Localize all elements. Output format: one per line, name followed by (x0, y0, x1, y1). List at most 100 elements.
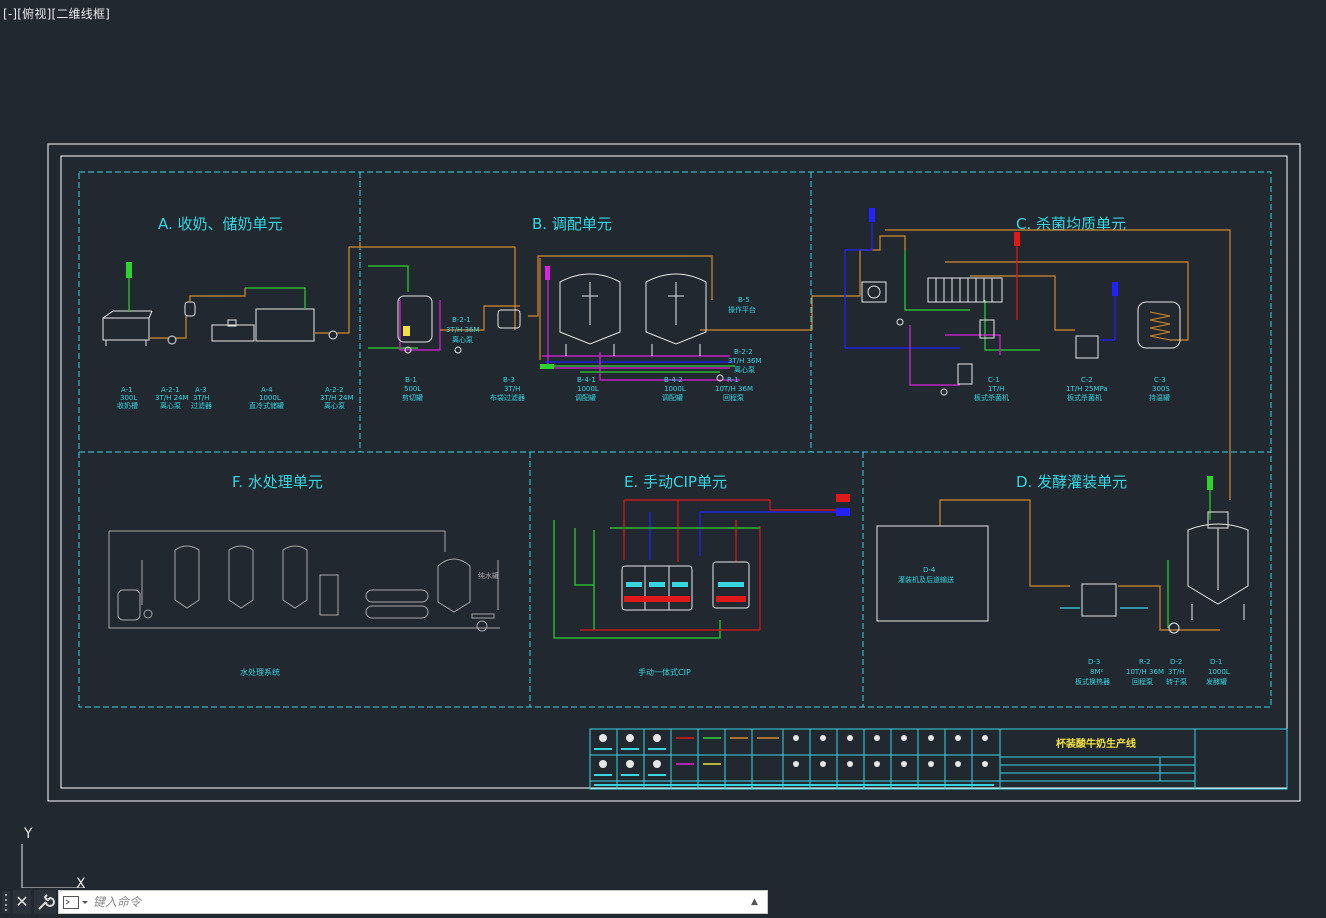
svg-text:3T/H: 3T/H (193, 394, 209, 402)
section-title-d: D. 发酵灌装单元 (1016, 473, 1127, 491)
svg-text:D-4: D-4 (923, 566, 936, 574)
label-a21: A-2-13T/H 24M离心泵 (155, 386, 189, 410)
svg-text:离心泵: 离心泵 (452, 335, 473, 344)
section-borders (78, 171, 1272, 708)
label-b21: B-2-1 3T/H 36M离心泵 (446, 316, 480, 344)
svg-text:板式杀菌机: 板式杀菌机 (974, 393, 1009, 402)
indicator-e-blue-out (836, 508, 850, 516)
holding-tube-coil (1149, 311, 1171, 341)
command-history-arrow-icon[interactable]: ▲ (751, 895, 761, 909)
svg-text:1000L: 1000L (577, 385, 599, 393)
legend-symbols (594, 734, 994, 786)
svg-text:3T/H: 3T/H (504, 385, 520, 393)
svg-text:C-2: C-2 (1081, 376, 1093, 384)
command-input-box[interactable]: ▲ (58, 890, 768, 914)
unit-f-equipment (108, 530, 500, 632)
command-prompt-icon[interactable] (63, 896, 89, 910)
svg-text:离心泵: 离心泵 (734, 365, 755, 374)
svg-text:300L: 300L (120, 394, 137, 402)
sheet-inner-frame (60, 155, 1288, 789)
label-b22: B-2-23T/H 36M离心泵 (728, 348, 762, 374)
svg-text:C-1: C-1 (988, 376, 1000, 384)
svg-text:B-2-1: B-2-1 (452, 316, 471, 324)
section-title-b: B. 调配单元 (532, 215, 612, 233)
title-block (999, 728, 1288, 790)
svg-text:3T/H: 3T/H (1168, 668, 1184, 676)
svg-text:10T/H 36M: 10T/H 36M (715, 385, 753, 393)
svg-text:8M²: 8M² (1090, 668, 1103, 676)
svg-text:离心泵: 离心泵 (160, 401, 181, 410)
label-a1: A-1300L收奶槽 (117, 386, 138, 410)
svg-text:操作平台: 操作平台 (728, 305, 756, 314)
svg-text:持温罐: 持温罐 (1149, 393, 1170, 402)
svg-text:1000L: 1000L (259, 394, 281, 402)
svg-text:A-4: A-4 (261, 386, 273, 394)
svg-text:灌装机及后道输送: 灌装机及后道输送 (898, 575, 954, 584)
label-a22: A-2-23T/H 24M离心泵 (320, 386, 354, 410)
label-c2: C-21T/H 25MPa板式杀菌机 (1066, 376, 1108, 402)
command-line-close-button[interactable]: ✕ (13, 890, 31, 914)
svg-text:C-3: C-3 (1154, 376, 1166, 384)
command-line-bar: ✕ ▲ (0, 888, 770, 916)
label-f-system: 水处理系统 (240, 667, 280, 677)
svg-text:D-3: D-3 (1088, 658, 1100, 666)
ucs-axis-icon: Y X (21, 826, 86, 888)
svg-text:3T/H 36M: 3T/H 36M (446, 326, 480, 334)
command-line-customize-button[interactable] (34, 890, 56, 914)
svg-text:D-1: D-1 (1210, 658, 1222, 666)
svg-text:3T/H 36M: 3T/H 36M (728, 357, 762, 365)
label-d4: D-4灌装机及后道输送 (898, 566, 954, 584)
command-line-grip[interactable] (2, 891, 10, 913)
label-water-tank: 纯水罐 (478, 571, 499, 580)
label-d1: D-1 1000L发酵罐 (1206, 658, 1230, 686)
svg-text:1T/H: 1T/H (988, 385, 1004, 393)
svg-text:B-5: B-5 (738, 296, 750, 304)
svg-text:3T/H 24M: 3T/H 24M (320, 394, 354, 402)
cad-drawing-canvas[interactable]: A. 收奶、储奶单元 B. 调配单元 C. 杀菌均质单元 F. 水处理单元 E.… (0, 0, 1326, 916)
label-b5: B-5操作平台 (728, 296, 756, 314)
svg-text:A-1: A-1 (121, 386, 133, 394)
svg-text:A-3: A-3 (195, 386, 207, 394)
label-c3: C-3300S持温罐 (1149, 376, 1170, 402)
label-r2: R-2 10T/H 36M回程泵 (1126, 658, 1164, 686)
svg-text:收奶槽: 收奶槽 (117, 401, 138, 410)
unit-c-pipes (840, 208, 1231, 500)
svg-text:300S: 300S (1152, 385, 1170, 393)
svg-text:B-1: B-1 (405, 376, 417, 384)
label-c1: C-11T/H板式杀菌机 (974, 376, 1009, 402)
ucs-y-label: Y (23, 826, 33, 842)
svg-text:10T/H 36M: 10T/H 36M (1126, 668, 1164, 676)
unit-d-labels: D-3 8M²板式换热器 R-2 10T/H 36M回程泵 D-2 3T/H转子泵 D… (1075, 658, 1230, 686)
unit-a-labels: A-1300L收奶槽 A-2-13T/H 24M离心泵 A-33T/H过滤器 A… (117, 386, 354, 410)
svg-text:板式换热器: 板式换热器 (1075, 677, 1110, 686)
svg-text:B-3: B-3 (503, 376, 515, 384)
svg-text:B-2-2: B-2-2 (734, 348, 753, 356)
cip-tank-fill (624, 582, 746, 602)
command-input-field[interactable] (93, 891, 713, 913)
svg-text:R-2: R-2 (1139, 658, 1151, 666)
section-title-e: E. 手动CIP单元 (624, 473, 727, 491)
svg-text:剪切罐: 剪切罐 (402, 393, 423, 402)
label-d2: D-2 3T/H转子泵 (1166, 658, 1187, 686)
svg-text:发酵罐: 发酵罐 (1206, 677, 1227, 686)
label-b1: B-1500L剪切罐 (402, 376, 423, 402)
indicator-b-green-in (540, 364, 554, 369)
drawing-title: 杯装酸牛奶生产线 (1056, 737, 1136, 750)
unit-b-labels: B-1500L剪切罐 B-33T/H布袋过滤器 B-4-11000L调配罐 B-… (402, 296, 762, 402)
wrench-icon (38, 894, 55, 910)
label-e-system: 手动一体式CIP (638, 667, 691, 677)
label-d3: D-3 8M²板式换热器 (1075, 658, 1110, 686)
svg-text:调配罐: 调配罐 (662, 393, 683, 402)
svg-text:1000L: 1000L (664, 385, 686, 393)
svg-text:1T/H 25MPa: 1T/H 25MPa (1066, 385, 1108, 393)
label-a3: A-33T/H过滤器 (191, 386, 212, 410)
svg-text:B-4-1: B-4-1 (577, 376, 596, 384)
svg-text:R-1: R-1 (727, 376, 739, 384)
unit-e-pipes (553, 499, 836, 639)
svg-text:板式杀菌机: 板式杀菌机 (1067, 393, 1102, 402)
unit-a-pipes (126, 242, 361, 339)
svg-text:3T/H 24M: 3T/H 24M (155, 394, 189, 402)
section-title-a: A. 收奶、储奶单元 (158, 215, 283, 233)
svg-text:回程泵: 回程泵 (723, 393, 744, 402)
svg-text:调配罐: 调配罐 (575, 393, 596, 402)
